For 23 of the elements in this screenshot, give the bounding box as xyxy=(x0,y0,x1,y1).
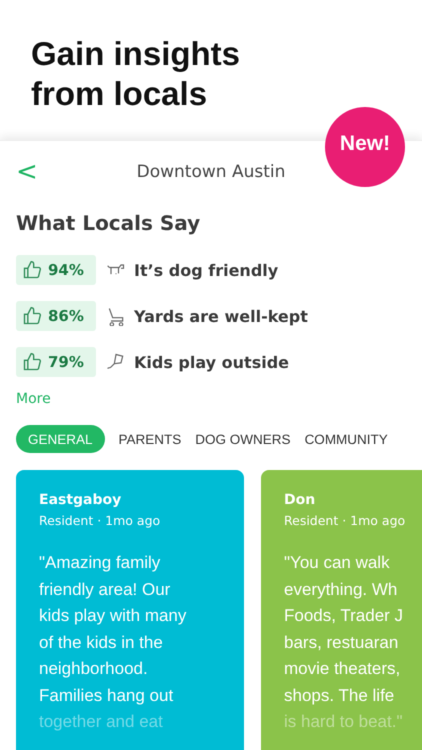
review-meta: Resident · 1mo ago xyxy=(39,513,162,528)
review-meta: Resident · 1mo ago xyxy=(284,513,406,528)
percent-text: 86% xyxy=(48,307,84,325)
new-badge: New! xyxy=(325,107,405,187)
thumbs-up-icon xyxy=(22,352,42,372)
insight-label: Kids play outside xyxy=(134,352,290,372)
percent-text: 94% xyxy=(48,261,84,279)
headline: Gain insights from locals xyxy=(31,34,242,114)
category-tab[interactable]: PARENTS xyxy=(118,425,182,453)
kite-icon xyxy=(106,352,126,372)
review-author: Eastgaboy xyxy=(39,492,122,508)
percent-text: 79% xyxy=(48,353,84,371)
section-title: What Locals Say xyxy=(16,211,202,235)
insight-label: It’s dog friendly xyxy=(134,260,278,280)
thumbs-up-icon xyxy=(22,260,42,280)
category-tab[interactable]: DOG OWNERS xyxy=(195,425,291,453)
review-quote: "You can walk everything. Wh Foods, Trader J bars, restuaran movie theaters, shops. The life is hard to beat." xyxy=(284,552,404,733)
insight-label: Yards are well-kept xyxy=(134,306,308,326)
screen-title: Downtown Austin xyxy=(136,162,286,182)
thumbs-up-icon xyxy=(22,306,42,326)
review-quote: "Amazing family friendly area! Our kids play with many of the kids in the neighborhood. Families hang out together and eat xyxy=(39,552,188,733)
review-author: Don xyxy=(284,492,316,508)
category-tab[interactable]: COMMUNITY xyxy=(304,425,388,453)
